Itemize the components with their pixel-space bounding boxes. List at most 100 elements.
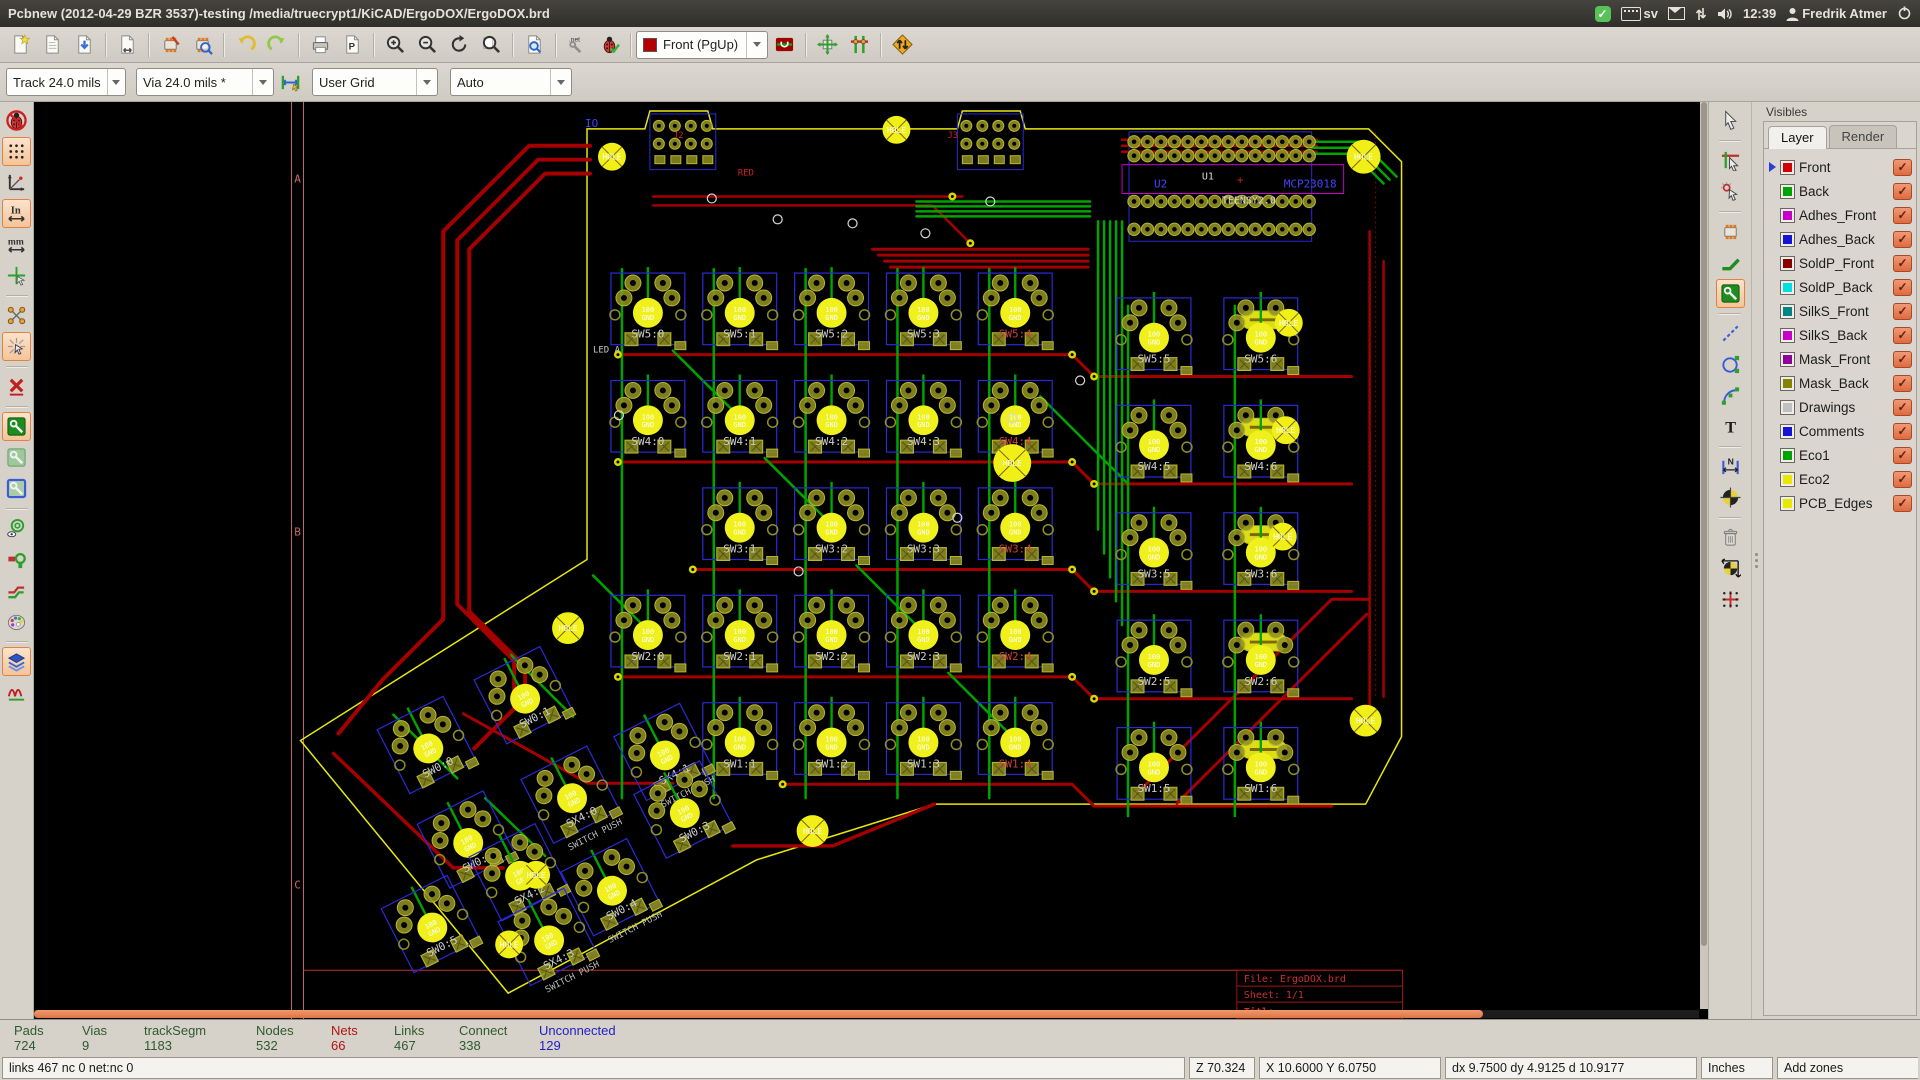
layer-row-Comments[interactable]: Comments✓ [1766, 419, 1914, 443]
layer-visibility-checkbox[interactable]: ✓ [1893, 471, 1912, 488]
module-mode-button[interactable] [812, 30, 842, 60]
track-mode-button[interactable] [844, 30, 874, 60]
layers-manager-button[interactable] [2, 647, 31, 676]
add-module-button[interactable] [1716, 217, 1745, 246]
layer-visibility-checkbox[interactable]: ✓ [1893, 399, 1912, 416]
module-editor-button[interactable] [155, 30, 185, 60]
layer-color-swatch[interactable] [1780, 304, 1795, 319]
zones-sketch-button[interactable] [2, 443, 31, 472]
drc-off-button[interactable] [2, 106, 31, 135]
layer-row-SilkS_Back[interactable]: SilkS_Back✓ [1766, 323, 1914, 347]
layer-selector-arrow[interactable] [746, 32, 767, 58]
layer-visibility-checkbox[interactable]: ✓ [1893, 231, 1912, 248]
layer-color-swatch[interactable] [1780, 472, 1795, 487]
microwave-tools-button[interactable] [2, 678, 31, 707]
layer-row-Front[interactable]: Front✓ [1766, 155, 1914, 179]
add-dimension-button[interactable]: N [1716, 452, 1745, 481]
find-button[interactable] [519, 30, 549, 60]
delete-tool-button[interactable] [1716, 523, 1745, 552]
layer-color-swatch[interactable] [1780, 496, 1795, 511]
fast-mode-button[interactable] [887, 30, 917, 60]
high-contrast-button[interactable] [2, 607, 31, 636]
highlight-net-button[interactable] [1716, 146, 1745, 175]
tracks-sketch-button[interactable] [2, 576, 31, 605]
redraw-button[interactable] [444, 30, 474, 60]
layer-color-swatch[interactable] [1780, 160, 1795, 175]
print-button[interactable] [305, 30, 335, 60]
grid-origin-button[interactable] [1716, 585, 1745, 614]
layer-color-swatch[interactable] [1780, 232, 1795, 247]
offset-origin-button[interactable] [1716, 554, 1745, 583]
layer-visibility-checkbox[interactable]: ✓ [1893, 447, 1912, 464]
layer-color-swatch[interactable] [1780, 256, 1795, 271]
layer-visibility-checkbox[interactable]: ✓ [1893, 207, 1912, 224]
mail-icon[interactable] [1668, 7, 1685, 20]
pcb-canvas[interactable]: ABC100GNDSW5:0100GNDSW5:1100GNDSW5:2100G… [34, 102, 1708, 1019]
layer-row-Mask_Front[interactable]: Mask_Front✓ [1766, 347, 1914, 371]
via-size-selector[interactable]: Via 24.0 mils * [136, 68, 274, 96]
tab-render[interactable]: Render [1829, 125, 1898, 148]
local-ratsnest-button[interactable] [1716, 177, 1745, 206]
open-board-button[interactable] [37, 30, 67, 60]
vias-sketch-button[interactable] [2, 514, 31, 543]
module-ratsnest-button[interactable] [2, 332, 31, 361]
pcb-drawing[interactable]: ABC100GNDSW5:0100GNDSW5:1100GNDSW5:2100G… [34, 102, 1708, 1019]
units-inch-button[interactable]: In [2, 199, 31, 228]
track-width-selector[interactable]: Track 24.0 mils [6, 68, 126, 96]
sheet-settings-button[interactable] [112, 30, 142, 60]
layer-row-Mask_Back[interactable]: Mask_Back✓ [1766, 371, 1914, 395]
layer-color-swatch[interactable] [1780, 376, 1795, 391]
zoom-fit-button[interactable] [476, 30, 506, 60]
layer-color-swatch[interactable] [1780, 184, 1795, 199]
layer-row-Adhes_Front[interactable]: Adhes_Front✓ [1766, 203, 1914, 227]
grid-selector[interactable]: User Grid [312, 68, 438, 96]
undo-button[interactable] [230, 30, 260, 60]
add-zone-button[interactable] [1716, 279, 1745, 308]
select-tool-button[interactable] [1716, 106, 1745, 135]
layer-row-SilkS_Front[interactable]: SilkS_Front✓ [1766, 299, 1914, 323]
layer-visibility-checkbox[interactable]: ✓ [1893, 159, 1912, 176]
layer-color-swatch[interactable] [1780, 352, 1795, 367]
panel-splitter[interactable] [1751, 102, 1760, 1019]
units-mm-button[interactable]: mm [2, 230, 31, 259]
zoom-in-button[interactable] [380, 30, 410, 60]
netlist-button[interactable]: .net [562, 30, 592, 60]
add-arc-button[interactable] [1716, 381, 1745, 410]
zones-outline-button[interactable] [2, 474, 31, 503]
layer-selector[interactable]: Front (PgUp) [636, 31, 768, 59]
layer-row-Back[interactable]: Back✓ [1766, 179, 1914, 203]
layer-visibility-checkbox[interactable]: ✓ [1893, 255, 1912, 272]
auto-track-width-button[interactable] [275, 67, 305, 97]
layer-row-Adhes_Back[interactable]: Adhes_Back✓ [1766, 227, 1914, 251]
show-ratsnest-button[interactable] [2, 301, 31, 330]
module-viewer-button[interactable] [187, 30, 217, 60]
show-grid-button[interactable] [2, 137, 31, 166]
layer-color-swatch[interactable] [1780, 400, 1795, 415]
zones-filled-button[interactable] [2, 412, 31, 441]
new-board-button[interactable] [5, 30, 35, 60]
add-target-button[interactable] [1716, 483, 1745, 512]
layer-color-swatch[interactable] [1780, 280, 1795, 295]
pads-sketch-button[interactable] [2, 545, 31, 574]
layer-row-Eco1[interactable]: Eco1✓ [1766, 443, 1914, 467]
drc-button[interactable] [594, 30, 624, 60]
auto-delete-tracks-button[interactable] [2, 372, 31, 401]
layer-visibility-checkbox[interactable]: ✓ [1893, 183, 1912, 200]
cursor-style-button[interactable] [2, 261, 31, 290]
volume-icon[interactable] [1717, 7, 1733, 21]
network-icon[interactable] [1695, 7, 1707, 21]
tab-layer[interactable]: Layer [1768, 126, 1827, 149]
keyboard-layout-indicator[interactable]: sv [1621, 6, 1658, 21]
layer-visibility-checkbox[interactable]: ✓ [1893, 351, 1912, 368]
layer-color-swatch[interactable] [1780, 448, 1795, 463]
layer-visibility-checkbox[interactable]: ✓ [1893, 303, 1912, 320]
layer-color-swatch[interactable] [1780, 208, 1795, 223]
save-board-button[interactable] [69, 30, 99, 60]
via-options-button[interactable] [769, 30, 799, 60]
add-track-button[interactable] [1716, 248, 1745, 277]
polar-coords-button[interactable] [2, 168, 31, 197]
user-menu[interactable]: Fredrik Atmer [1786, 6, 1887, 21]
layer-visibility-checkbox[interactable]: ✓ [1893, 423, 1912, 440]
layer-row-Eco2[interactable]: Eco2✓ [1766, 467, 1914, 491]
layer-visibility-checkbox[interactable]: ✓ [1893, 327, 1912, 344]
